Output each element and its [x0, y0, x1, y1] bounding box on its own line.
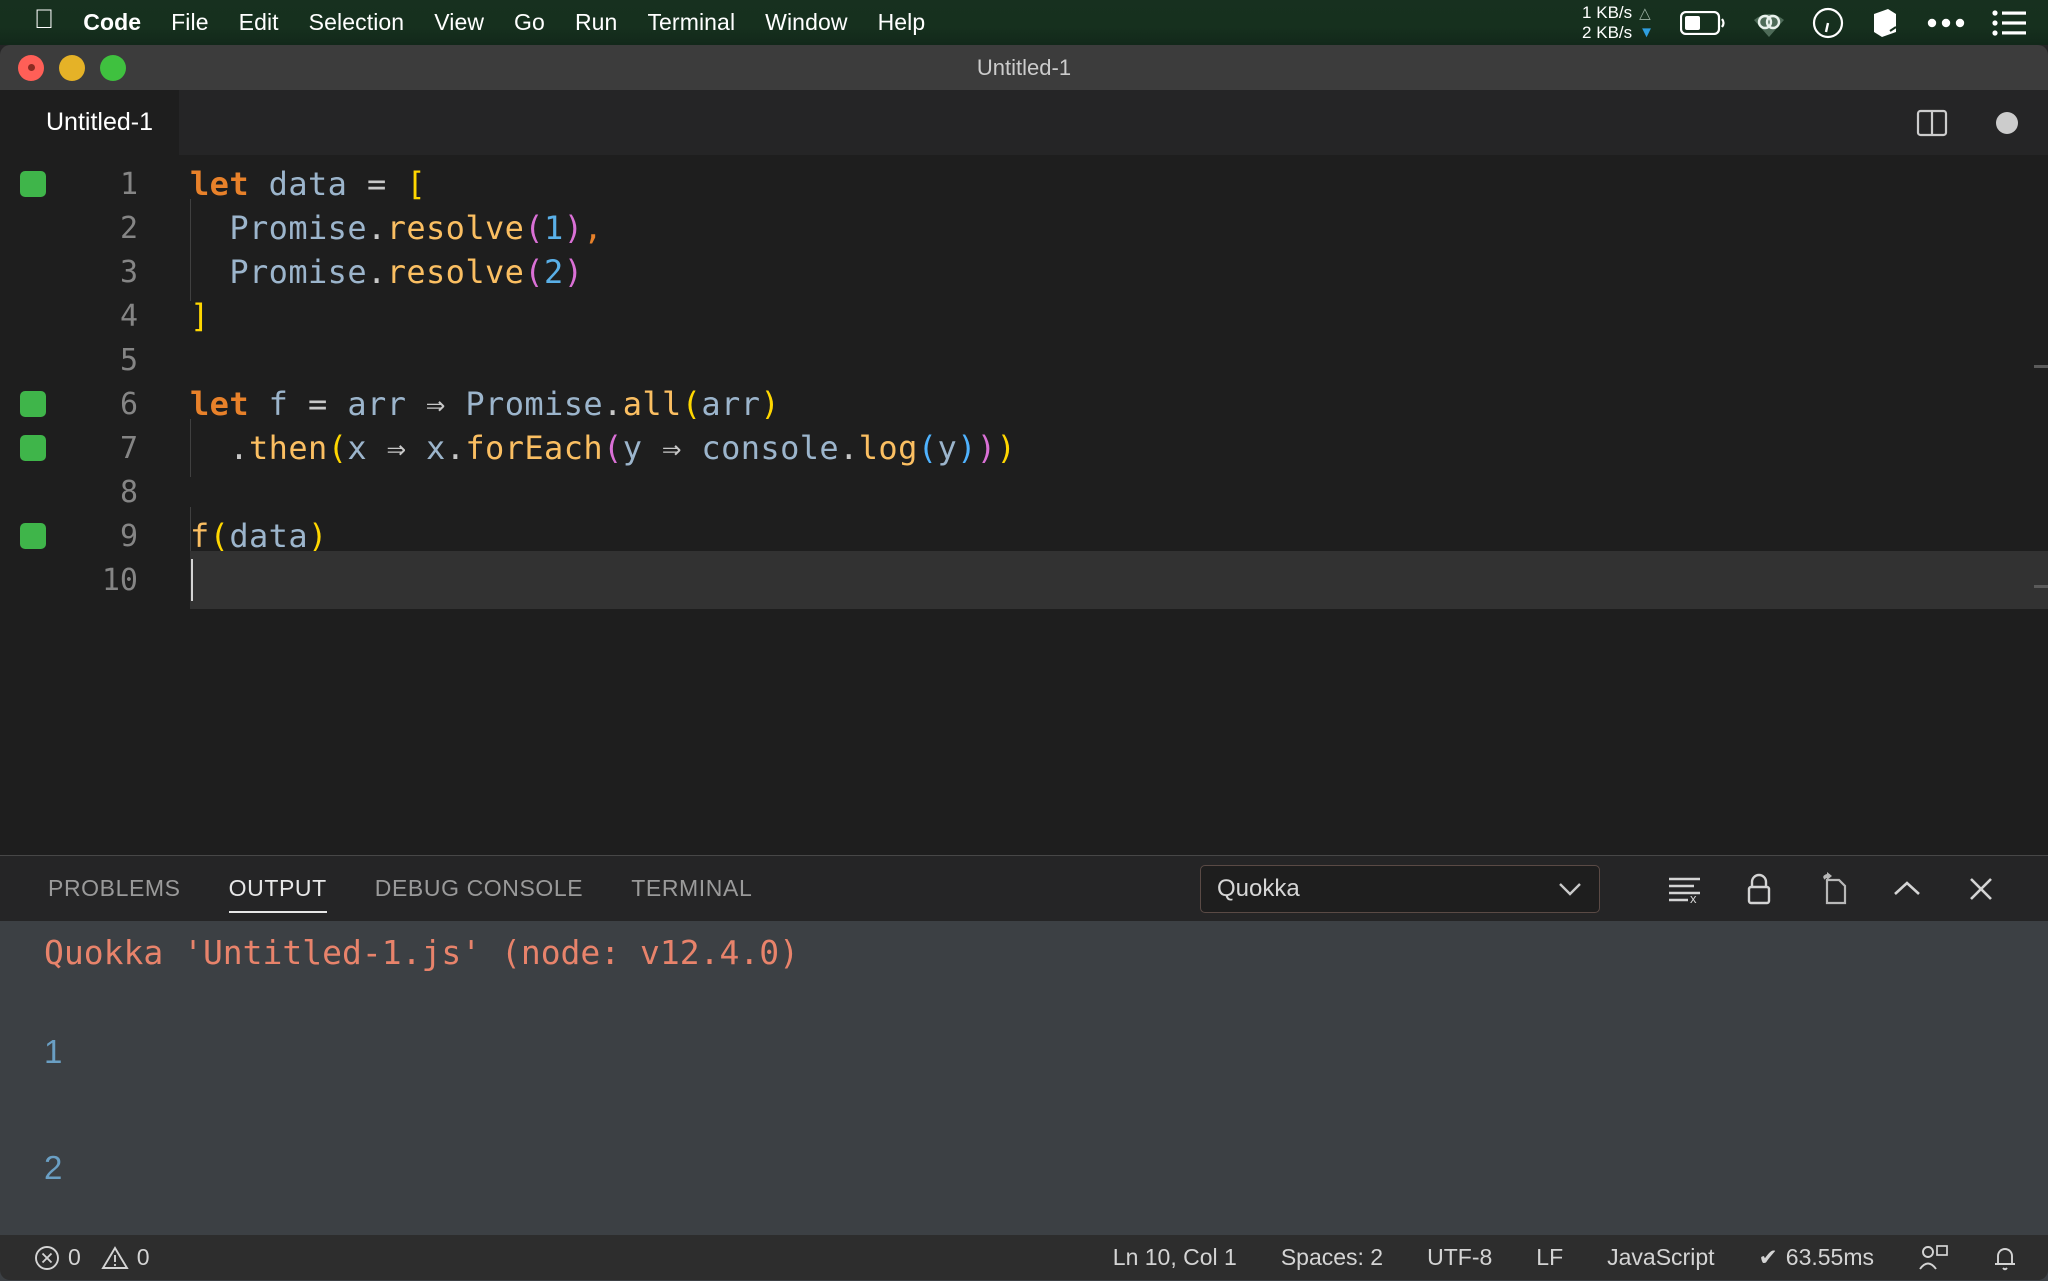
menu-item-view[interactable]: View	[434, 9, 484, 36]
battery-icon[interactable]	[1680, 10, 1726, 35]
line-number: 3	[119, 254, 138, 290]
macos-menu-bar:  Code File Edit Selection View Go Run T…	[0, 0, 2048, 45]
line-content: f(data)	[190, 517, 328, 555]
close-panel-icon[interactable]	[1944, 856, 2018, 921]
check-icon: ✔	[1758, 1244, 1778, 1270]
panel-tab-output[interactable]: OUTPUT	[228, 856, 327, 921]
warning-icon	[101, 1245, 129, 1271]
encoding-status[interactable]: UTF-8	[1427, 1244, 1492, 1271]
active-line-highlight	[190, 551, 2048, 609]
output-view[interactable]: Quokka 'Untitled-1.js' (node: v12.4.0) 1…	[0, 921, 2048, 1281]
error-count: 0	[68, 1244, 81, 1270]
panel-header: PROBLEMS OUTPUT DEBUG CONSOLE TERMINAL Q…	[0, 856, 2048, 921]
indentation-status[interactable]: Spaces: 2	[1281, 1244, 1383, 1271]
line-number: 9	[119, 518, 138, 554]
panel-tab-debug-console[interactable]: DEBUG CONSOLE	[375, 856, 583, 921]
line-number: 6	[119, 386, 138, 422]
control-center-icon[interactable]	[1992, 9, 2026, 36]
menu-item-code[interactable]: Code	[83, 9, 141, 36]
download-arrow-icon: ▼	[1639, 23, 1654, 41]
bell-icon[interactable]	[1992, 1244, 2018, 1272]
menu-item-go[interactable]: Go	[514, 9, 545, 36]
line-number: 1	[119, 166, 138, 202]
line-content: let data = [	[190, 165, 427, 203]
line-number: 4	[119, 298, 138, 334]
chevron-down-icon	[1557, 881, 1583, 897]
editor-actions	[1916, 107, 2048, 139]
line-content: Promise.resolve(1),	[229, 209, 604, 247]
network-upload-speed: 1 KB/s	[1582, 2, 1633, 22]
menu-bar-status-area: 1 KB/s 2 KB/s △ ▼	[1582, 3, 2048, 43]
scrollbar-decoration[interactable]	[2034, 585, 2048, 588]
bottom-panel: PROBLEMS OUTPUT DEBUG CONSOLE TERMINAL Q…	[0, 855, 2048, 1281]
output-value-line: 2	[44, 1149, 63, 1186]
code-editor[interactable]: 1 let data = [ 2 Promise.resolve(1), 3 P…	[0, 155, 2048, 855]
menu-item-selection[interactable]: Selection	[309, 9, 405, 36]
line-content: .then(x ⇒ x.forEach(y ⇒ console.log(y)))	[229, 429, 1017, 467]
upload-arrow-icon: △	[1639, 4, 1651, 22]
tab-untitled-1[interactable]: Untitled-1	[0, 90, 179, 155]
output-value-line: 1	[44, 1033, 63, 1070]
scrollbar-decoration[interactable]	[2034, 365, 2048, 368]
window-title-bar: Untitled-1	[0, 45, 2048, 90]
output-channel-value: Quokka	[1217, 874, 1300, 902]
open-in-editor-icon[interactable]	[1796, 856, 1870, 921]
quokka-execution-time: 63.55ms	[1785, 1244, 1874, 1270]
network-download-speed: 2 KB/s	[1582, 22, 1633, 42]
box-icon[interactable]	[1870, 7, 1900, 39]
line-number: 10	[101, 562, 138, 598]
vscode-window: Untitled-1 Untitled-1 1 let data = [ 2 P…	[0, 45, 2048, 1281]
split-editor-icon[interactable]	[1916, 107, 1948, 139]
feedback-icon[interactable]	[1918, 1244, 1948, 1272]
collapse-panel-icon[interactable]	[1870, 856, 1944, 921]
menu-item-terminal[interactable]: Terminal	[647, 9, 735, 36]
menu-item-help[interactable]: Help	[878, 9, 926, 36]
menu-item-file[interactable]: File	[171, 9, 208, 36]
line-content: ]	[190, 297, 210, 335]
menu-item-edit[interactable]: Edit	[239, 9, 279, 36]
status-bar: 0 0 Ln 10, Col 1 Spaces: 2 UTF-8 LF Java…	[0, 1235, 2048, 1280]
line-number: 8	[119, 474, 138, 510]
clear-output-icon[interactable]: x	[1648, 856, 1722, 921]
editor-tab-bar: Untitled-1	[0, 90, 2048, 155]
warning-count: 0	[136, 1244, 150, 1270]
status-bar-left: 0 0	[34, 1244, 150, 1271]
panel-actions: Quokka x	[1200, 856, 2048, 921]
line-content: let f = arr ⇒ Promise.all(arr)	[190, 385, 781, 423]
language-mode-status[interactable]: JavaScript	[1607, 1244, 1714, 1271]
output-header-line: Quokka 'Untitled-1.js' (node: v12.4.0)	[44, 933, 799, 972]
cursor-position-status[interactable]: Ln 10, Col 1	[1113, 1244, 1237, 1271]
line-number: 5	[119, 342, 138, 378]
status-bar-right: Ln 10, Col 1 Spaces: 2 UTF-8 LF JavaScri…	[1113, 1244, 2048, 1272]
vpn-icon[interactable]	[1752, 8, 1786, 38]
menu-item-run[interactable]: Run	[575, 9, 618, 36]
panel-tab-problems[interactable]: PROBLEMS	[48, 856, 181, 921]
quokka-status[interactable]: ✔ 63.55ms	[1759, 1244, 1875, 1271]
errors-warnings-status[interactable]: 0 0	[34, 1244, 150, 1271]
ellipsis-icon[interactable]	[1926, 17, 1966, 29]
unsaved-dot-icon[interactable]	[1996, 111, 2018, 134]
lock-scroll-icon[interactable]	[1722, 856, 1796, 921]
line-number: 2	[119, 210, 138, 246]
svg-text:x: x	[1690, 891, 1697, 905]
code-line-10[interactable]: 10	[0, 551, 2048, 609]
error-icon	[34, 1245, 60, 1271]
menu-item-window[interactable]: Window	[765, 9, 847, 36]
tab-label: Untitled-1	[46, 108, 153, 136]
window-title: Untitled-1	[976, 54, 1072, 80]
text-cursor	[191, 559, 193, 601]
line-number: 7	[119, 430, 138, 466]
output-channel-select[interactable]: Quokka	[1200, 864, 1600, 913]
panel-tab-terminal[interactable]: TERMINAL	[631, 856, 752, 921]
network-speed-indicator[interactable]: 1 KB/s 2 KB/s △ ▼	[1582, 3, 1654, 43]
speedometer-icon[interactable]	[1812, 7, 1844, 39]
eol-status[interactable]: LF	[1536, 1244, 1563, 1271]
line-content: Promise.resolve(2)	[229, 253, 584, 291]
apple-icon[interactable]: 	[34, 6, 54, 33]
